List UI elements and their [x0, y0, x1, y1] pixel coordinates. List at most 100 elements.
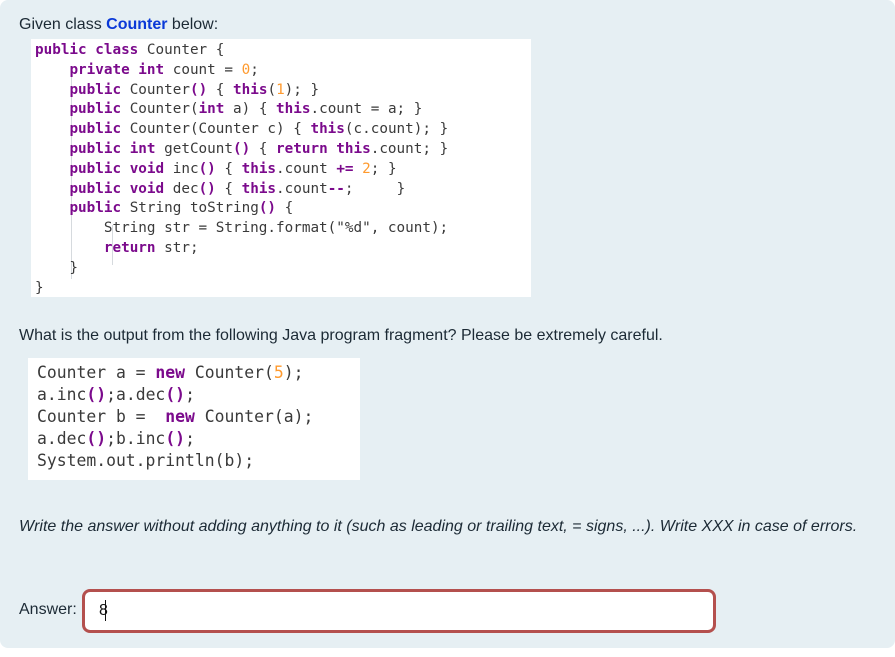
code-token: () [189, 81, 208, 98]
code-token: String toString [121, 200, 259, 217]
code-token: a.dec [37, 429, 87, 449]
answer-label: Answer: [19, 601, 77, 618]
code-token: String str = String.format("%d", count); [35, 220, 449, 237]
code-line: public int getCount() { return this.coun… [35, 140, 448, 160]
code-token: getCount [155, 140, 233, 157]
intro-prefix: Given class [19, 16, 107, 33]
code-token: this [310, 121, 345, 138]
question-text: What is the output from the following Ja… [19, 327, 663, 344]
code-token: public [69, 81, 122, 98]
code-token: this [241, 160, 277, 177]
program-code-block: Counter a = new Counter(5); a.inc();a.dec… [28, 358, 360, 480]
code-token: private int [69, 61, 165, 78]
code-token: ( [267, 81, 277, 98]
code-token: ; [250, 61, 259, 78]
code-token: () [86, 385, 107, 405]
code-token: Counter [121, 81, 190, 98]
code-token: 2 [362, 160, 371, 177]
code-token: new [165, 407, 195, 427]
code-token: Counter(a); [194, 407, 314, 427]
code-token: inc [164, 160, 199, 177]
question-panel: Given class Counter below: public class … [0, 0, 895, 648]
code-token: .count; } [370, 140, 449, 157]
code-line: a.dec();b.inc(); [37, 428, 313, 450]
code-token: public int [69, 140, 156, 157]
code-line: System.out.println(b); [37, 450, 313, 472]
code-token: return this [276, 140, 371, 157]
code-token: .count = a; } [310, 101, 423, 118]
code-token: { [276, 200, 294, 217]
code-token: += [336, 160, 354, 177]
code-line: Counter a = new Counter(5); [37, 362, 313, 384]
code-token: ); [283, 363, 304, 382]
code-token: ; [185, 385, 195, 405]
code-token: Counter a = [37, 363, 156, 382]
code-line: return str; [35, 239, 448, 259]
answer-input[interactable] [82, 589, 716, 633]
text-caret [105, 600, 106, 621]
code-token: 0 [241, 61, 251, 78]
code-token: { [215, 180, 242, 197]
code-line: private int count = 0; [35, 61, 448, 81]
code-token: () [198, 180, 216, 197]
code-line: } [35, 259, 448, 279]
code-token: ;b.inc [106, 429, 166, 449]
code-token: a.inc [37, 385, 87, 405]
code-token: Counter( [121, 101, 199, 118]
code-line: a.inc();a.dec(); [37, 384, 313, 406]
code-token: { [250, 140, 277, 157]
code-token: public void [69, 180, 165, 197]
code-line: public class Counter { [35, 41, 448, 61]
code-token: public [69, 101, 122, 118]
code-token: public [69, 200, 122, 217]
code-line: public Counter() { this(1); } [35, 81, 448, 101]
code-token: () [198, 160, 216, 177]
code-token: public void [69, 160, 165, 177]
code-token: .count [276, 160, 337, 177]
code-token: dec [164, 180, 199, 197]
code-token: int [198, 101, 225, 118]
instruction-text: Write the answer without adding anything… [19, 518, 858, 535]
code-token: () [232, 140, 251, 157]
code-token: { [207, 81, 234, 98]
code-token: Counter b = [37, 407, 166, 427]
code-token: () [165, 385, 186, 405]
code-token: Counter { [138, 42, 225, 58]
code-token: () [165, 429, 186, 449]
code-token: () [258, 200, 277, 217]
class-code-lines: public class Counter { private int count… [35, 41, 448, 298]
code-token: .count [276, 180, 328, 197]
code-token: ; } [370, 160, 397, 177]
code-token: count = [164, 61, 242, 78]
code-token: public [69, 121, 122, 138]
code-token: this [233, 81, 268, 98]
code-token: ); } [284, 81, 320, 98]
code-token: } [35, 279, 44, 296]
intro-text: Given class Counter below: [19, 16, 218, 34]
code-token: 1 [276, 81, 285, 98]
code-token: Counter(Counter c) { [121, 121, 311, 138]
code-line: public void inc() { this.count += 2; } [35, 160, 448, 180]
code-token: System.out.println(b); [37, 451, 255, 471]
code-token: public class [35, 42, 139, 58]
code-token: a) { [224, 101, 277, 118]
class-code-block: public class Counter { private int count… [31, 39, 531, 297]
code-token: } [35, 259, 79, 276]
code-token: { [215, 160, 242, 177]
code-line: public String toString() { [35, 199, 448, 219]
code-token: 5 [273, 363, 284, 382]
code-token: Counter( [185, 363, 274, 382]
class-name: Counter [106, 16, 168, 33]
code-line: Counter b = new Counter(a); [37, 406, 313, 428]
code-token: return [103, 239, 156, 256]
